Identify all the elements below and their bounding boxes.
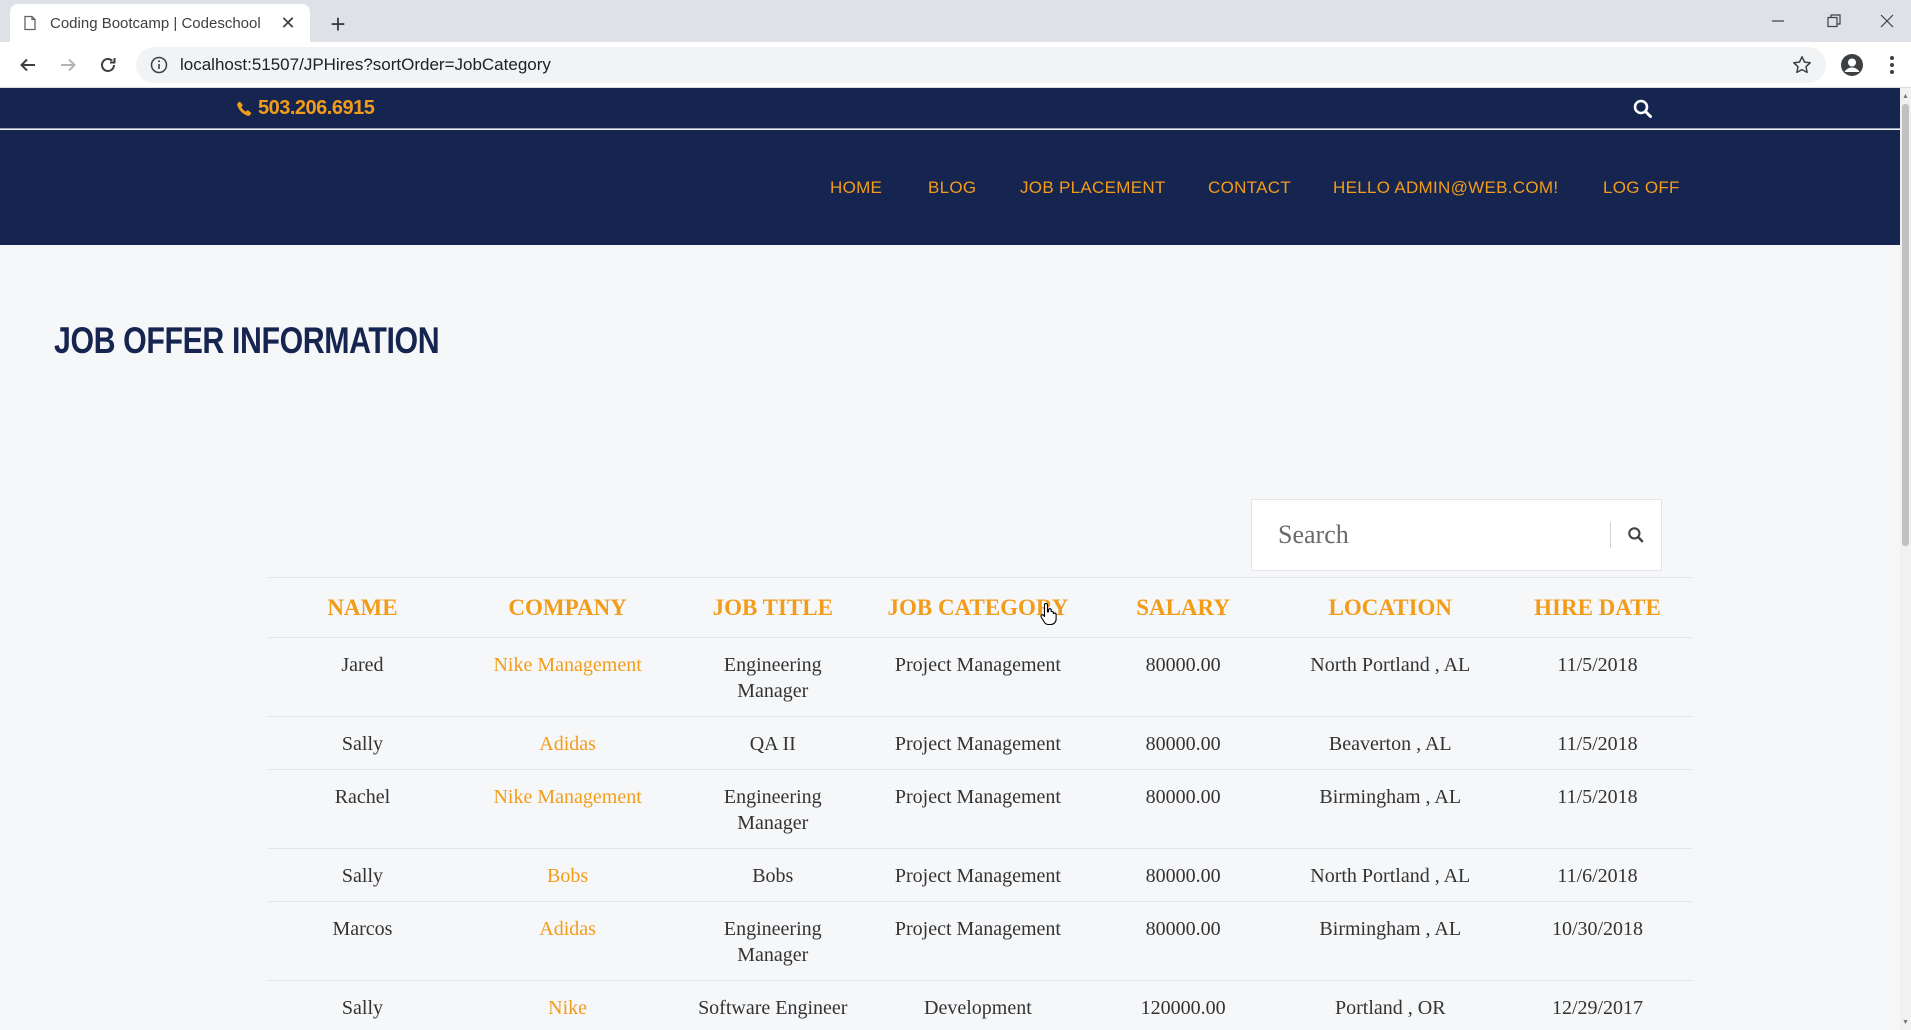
cell-job-title: Engineering Manager bbox=[678, 769, 868, 849]
page-icon bbox=[24, 15, 36, 31]
cell-job-title: Software Engineer bbox=[678, 980, 868, 1030]
cell-hire-date: 11/6/2018 bbox=[1503, 848, 1692, 902]
browser-tabstrip: Coding Bootcamp | Codeschool ✕ + bbox=[0, 0, 1911, 42]
header-company[interactable]: COMPANY bbox=[456, 577, 679, 638]
cell-location: North Portland , AL bbox=[1277, 848, 1503, 902]
cell-salary: 120000.00 bbox=[1088, 980, 1278, 1030]
cell-job-title: Engineering Manager bbox=[678, 637, 868, 717]
cell-salary: 80000.00 bbox=[1088, 901, 1278, 981]
scroll-up-icon[interactable]: ▲ bbox=[1900, 89, 1911, 103]
cell-salary: 80000.00 bbox=[1088, 769, 1278, 849]
reload-icon[interactable] bbox=[92, 49, 124, 81]
cell-name: Sally bbox=[268, 716, 457, 770]
cell-company-link[interactable]: Adidas bbox=[456, 716, 679, 770]
back-icon[interactable] bbox=[12, 49, 44, 81]
cell-company-link[interactable]: Nike Management bbox=[456, 637, 679, 717]
cell-location: Portland , OR bbox=[1277, 980, 1503, 1030]
cell-job-category: Development bbox=[867, 980, 1089, 1030]
nav-hello-user[interactable]: HELLO ADMIN@WEB.COM! bbox=[1333, 178, 1558, 198]
menu-dots-icon[interactable] bbox=[1878, 49, 1906, 81]
table-row: Jared Nike Management Engineering Manage… bbox=[268, 637, 1692, 717]
main-navigation: HOME BLOG JOB PLACEMENT CONTACT HELLO AD… bbox=[0, 130, 1900, 245]
cell-location: North Portland , AL bbox=[1277, 637, 1503, 717]
cell-company-link[interactable]: Adidas bbox=[456, 901, 679, 981]
header-name[interactable]: NAME bbox=[268, 577, 457, 638]
table-row: Rachel Nike Management Engineering Manag… bbox=[268, 769, 1692, 849]
cell-job-category: Project Management bbox=[867, 848, 1089, 902]
header-hire-date[interactable]: HIRE DATE bbox=[1503, 577, 1692, 638]
table-row: Sally Nike Software Engineer Development… bbox=[268, 980, 1692, 1030]
cell-location: Beaverton , AL bbox=[1277, 716, 1503, 770]
cell-job-title: Bobs bbox=[678, 848, 868, 902]
job-offers-table: NAME COMPANY JOB TITLE JOB CATEGORY SALA… bbox=[268, 577, 1692, 1030]
site-topbar: 503.206.6915 bbox=[0, 88, 1900, 129]
browser-tab[interactable]: Coding Bootcamp | Codeschool ✕ bbox=[10, 4, 310, 42]
cell-name: Rachel bbox=[268, 769, 457, 849]
page-title: JOB OFFER INFORMATION bbox=[54, 320, 440, 361]
forward-icon[interactable] bbox=[52, 49, 84, 81]
hand-cursor-icon bbox=[1040, 602, 1057, 626]
header-location[interactable]: LOCATION bbox=[1277, 577, 1503, 638]
nav-contact[interactable]: CONTACT bbox=[1208, 178, 1291, 198]
cell-company-link[interactable]: Bobs bbox=[456, 848, 679, 902]
browser-toolbar: localhost:51507/JPHires?sortOrder=JobCat… bbox=[0, 42, 1911, 88]
cell-hire-date: 11/5/2018 bbox=[1503, 769, 1692, 849]
cell-company-link[interactable]: Nike Management bbox=[456, 769, 679, 849]
search-icon[interactable] bbox=[1632, 98, 1654, 120]
cell-hire-date: 12/29/2017 bbox=[1503, 980, 1692, 1030]
phone-number[interactable]: 503.206.6915 bbox=[237, 97, 375, 120]
tab-close-icon[interactable]: ✕ bbox=[278, 13, 298, 33]
phone-text: 503.206.6915 bbox=[258, 97, 375, 119]
scrollbar-thumb[interactable] bbox=[1902, 104, 1909, 546]
cell-salary: 80000.00 bbox=[1088, 637, 1278, 717]
nav-job-placement[interactable]: JOB PLACEMENT bbox=[1020, 178, 1166, 198]
nav-log-off[interactable]: LOG OFF bbox=[1603, 178, 1680, 198]
cell-company-link[interactable]: Nike bbox=[456, 980, 679, 1030]
table-row: Sally Bobs Bobs Project Management 80000… bbox=[268, 848, 1692, 902]
header-job-title[interactable]: JOB TITLE bbox=[678, 577, 868, 638]
cell-job-category: Project Management bbox=[867, 716, 1089, 770]
phone-icon bbox=[237, 101, 252, 116]
cell-salary: 80000.00 bbox=[1088, 716, 1278, 770]
cell-job-category: Project Management bbox=[867, 769, 1089, 849]
info-icon[interactable] bbox=[150, 56, 168, 74]
search-box bbox=[1251, 499, 1662, 571]
tab-title: Coding Bootcamp | Codeschool bbox=[50, 14, 261, 32]
cell-job-category: Project Management bbox=[867, 901, 1089, 981]
cell-job-title: QA II bbox=[678, 716, 868, 770]
scroll-down-icon[interactable]: ▼ bbox=[1900, 1015, 1911, 1029]
table-row: Marcos Adidas Engineering Manager Projec… bbox=[268, 901, 1692, 981]
restore-icon[interactable] bbox=[1806, 0, 1862, 42]
account-icon[interactable] bbox=[1836, 49, 1868, 81]
search-input[interactable] bbox=[1252, 520, 1611, 550]
cell-job-category: Project Management bbox=[867, 637, 1089, 717]
minimize-icon[interactable] bbox=[1750, 0, 1806, 42]
cell-name: Marcos bbox=[268, 901, 457, 981]
cell-hire-date: 11/5/2018 bbox=[1503, 716, 1692, 770]
url-text: localhost:51507/JPHires?sortOrder=JobCat… bbox=[180, 55, 551, 74]
nav-blog[interactable]: BLOG bbox=[928, 178, 976, 198]
search-button[interactable] bbox=[1611, 499, 1661, 571]
cell-location: Birmingham , AL bbox=[1277, 901, 1503, 981]
table-header-row: NAME COMPANY JOB TITLE JOB CATEGORY SALA… bbox=[268, 577, 1692, 638]
cell-location: Birmingham , AL bbox=[1277, 769, 1503, 849]
cell-name: Sally bbox=[268, 980, 457, 1030]
cell-name: Sally bbox=[268, 848, 457, 902]
nav-home[interactable]: HOME bbox=[830, 178, 882, 198]
search-icon bbox=[1628, 527, 1644, 543]
bookmark-star-icon[interactable] bbox=[1792, 55, 1812, 75]
cell-hire-date: 10/30/2018 bbox=[1503, 901, 1692, 981]
address-bar[interactable]: localhost:51507/JPHires?sortOrder=JobCat… bbox=[136, 47, 1826, 83]
cell-job-title: Engineering Manager bbox=[678, 901, 868, 981]
new-tab-button[interactable]: + bbox=[322, 8, 354, 40]
cell-hire-date: 11/5/2018 bbox=[1503, 637, 1692, 717]
header-salary[interactable]: SALARY bbox=[1088, 577, 1278, 638]
table-row: Sally Adidas QA II Project Management 80… bbox=[268, 716, 1692, 770]
close-window-icon[interactable] bbox=[1862, 0, 1911, 42]
page-content: JOB OFFER INFORMATION NAME COMPANY JOB T… bbox=[0, 245, 1900, 1030]
cell-salary: 80000.00 bbox=[1088, 848, 1278, 902]
cell-name: Jared bbox=[268, 637, 457, 717]
